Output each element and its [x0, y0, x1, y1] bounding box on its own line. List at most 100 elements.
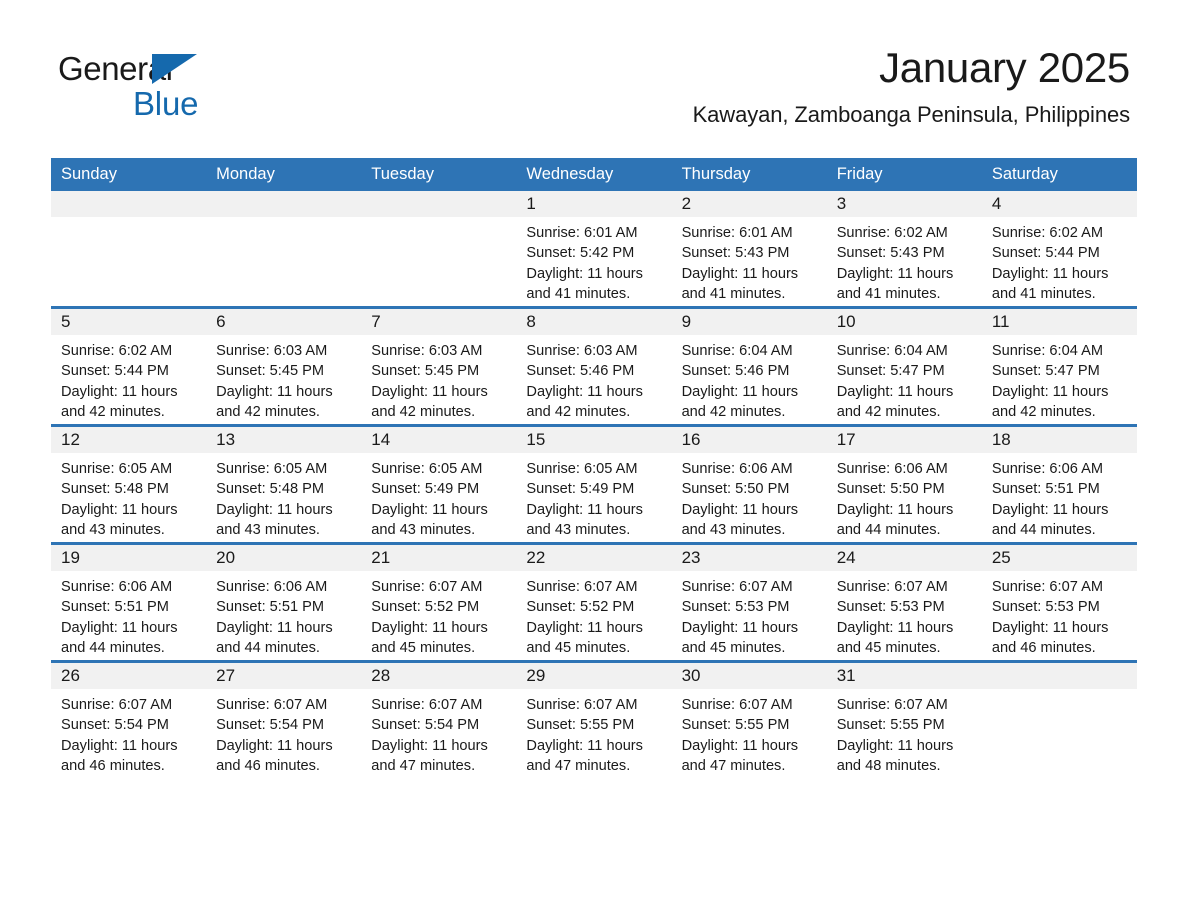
daylight-text-line2: and 44 minutes. — [991, 521, 1096, 538]
daylight-text-line1: Daylight: 11 hours — [371, 619, 488, 636]
sunset-text: Sunset: 5:51 PM — [216, 599, 325, 616]
daylight-text-line2: and 43 minutes. — [61, 521, 165, 538]
day-cell[interactable]: 1 Sunrise: 6:01 AM Sunset: 5:42 PM Dayli… — [516, 191, 672, 308]
day-number: 22 — [516, 545, 672, 571]
sunset-text: Sunset: 5:45 PM — [371, 363, 480, 380]
day-cell[interactable]: 11 Sunrise: 6:04 AM Sunset: 5:47 PM Dayl… — [981, 306, 1137, 426]
day-details: Sunrise: 6:02 AM Sunset: 5:44 PM Dayligh… — [982, 217, 1137, 304]
day-details: Sunrise: 6:04 AM Sunset: 5:47 PM Dayligh… — [982, 335, 1137, 422]
day-number: 29 — [516, 663, 672, 689]
daylight-text-line1: Daylight: 11 hours — [681, 619, 799, 636]
daylight-text-line1: Daylight: 11 hours — [681, 383, 799, 400]
day-number: 6 — [206, 309, 362, 335]
sunset-text: Sunset: 5:55 PM — [526, 717, 635, 734]
day-details: Sunrise: 6:06 AM Sunset: 5:51 PM Dayligh… — [982, 453, 1137, 540]
day-cell[interactable]: 23 Sunrise: 6:07 AM Sunset: 5:53 PM Dayl… — [671, 542, 827, 662]
day-cell[interactable]: 5 Sunrise: 6:02 AM Sunset: 5:44 PM Dayli… — [51, 306, 207, 426]
page-header: General Blue January 2025 Kawayan, Zambo… — [0, 0, 1188, 127]
day-cell[interactable]: 31 Sunrise: 6:07 AM Sunset: 5:55 PM Dayl… — [826, 660, 982, 778]
sunset-text: Sunset: 5:42 PM — [526, 245, 635, 262]
day-number: 15 — [516, 427, 672, 453]
daylight-text-line1: Daylight: 11 hours — [61, 501, 178, 518]
day-number: 17 — [826, 427, 982, 453]
daylight-text-line2: and 41 minutes. — [991, 285, 1096, 302]
sunrise-text: Sunrise: 6:07 AM — [681, 579, 793, 595]
sunset-text: Sunset: 5:48 PM — [61, 481, 169, 498]
day-cell[interactable]: 15 Sunrise: 6:05 AM Sunset: 5:49 PM Dayl… — [516, 424, 672, 544]
day-details: Sunrise: 6:07 AM Sunset: 5:53 PM Dayligh… — [672, 571, 827, 658]
daylight-text-line1: Daylight: 11 hours — [371, 383, 488, 400]
logo-triangle-icon — [152, 54, 197, 84]
day-cell[interactable]: 26 Sunrise: 6:07 AM Sunset: 5:54 PM Dayl… — [51, 660, 207, 778]
day-number: 14 — [361, 427, 517, 453]
daylight-text-line2: and 45 minutes. — [526, 639, 631, 656]
daylight-text-line1: Daylight: 11 hours — [991, 383, 1109, 400]
day-number: 30 — [671, 663, 827, 689]
day-cell[interactable]: 24 Sunrise: 6:07 AM Sunset: 5:53 PM Dayl… — [826, 542, 982, 662]
sunset-text: Sunset: 5:50 PM — [681, 481, 790, 498]
daylight-text-line1: Daylight: 11 hours — [836, 265, 954, 282]
sunset-text: Sunset: 5:45 PM — [216, 363, 325, 380]
sunset-text: Sunset: 5:47 PM — [991, 363, 1100, 380]
day-cell[interactable]: 20 Sunrise: 6:06 AM Sunset: 5:51 PM Dayl… — [206, 542, 362, 662]
day-details: Sunrise: 6:05 AM Sunset: 5:48 PM Dayligh… — [206, 453, 361, 540]
day-cell[interactable]: 16 Sunrise: 6:06 AM Sunset: 5:50 PM Dayl… — [671, 424, 827, 544]
day-cell[interactable]: 29 Sunrise: 6:07 AM Sunset: 5:55 PM Dayl… — [516, 660, 672, 778]
day-number: 12 — [51, 427, 207, 453]
daylight-text-line1: Daylight: 11 hours — [371, 737, 488, 754]
sunrise-text: Sunrise: 6:02 AM — [991, 225, 1103, 241]
daylight-text-line2: and 42 minutes. — [991, 403, 1096, 420]
week-row: 5 Sunrise: 6:02 AM Sunset: 5:44 PM Dayli… — [51, 306, 1137, 426]
daylight-text-line2: and 44 minutes. — [61, 639, 165, 656]
day-number: 16 — [671, 427, 827, 453]
day-cell[interactable]: 25 Sunrise: 6:07 AM Sunset: 5:53 PM Dayl… — [981, 542, 1137, 662]
day-details: Sunrise: 6:07 AM Sunset: 5:55 PM Dayligh… — [672, 689, 827, 776]
daylight-text-line1: Daylight: 11 hours — [526, 737, 643, 754]
sunset-text: Sunset: 5:54 PM — [371, 717, 480, 734]
day-cell[interactable]: 10 Sunrise: 6:04 AM Sunset: 5:47 PM Dayl… — [826, 306, 982, 426]
day-details: Sunrise: 6:04 AM Sunset: 5:47 PM Dayligh… — [827, 335, 982, 422]
sunrise-text: Sunrise: 6:07 AM — [836, 579, 948, 595]
daylight-text-line1: Daylight: 11 hours — [526, 383, 643, 400]
day-cell[interactable]: 30 Sunrise: 6:07 AM Sunset: 5:55 PM Dayl… — [671, 660, 827, 778]
day-cell[interactable]: 12 Sunrise: 6:05 AM Sunset: 5:48 PM Dayl… — [51, 424, 207, 544]
sunset-text: Sunset: 5:43 PM — [681, 245, 790, 262]
day-cell[interactable]: 4 Sunrise: 6:02 AM Sunset: 5:44 PM Dayli… — [981, 191, 1137, 308]
day-cell[interactable]: 8 Sunrise: 6:03 AM Sunset: 5:46 PM Dayli… — [516, 306, 672, 426]
calendar-header-row-group: Sunday Monday Tuesday Wednesday Thursday… — [51, 158, 1137, 191]
day-cell[interactable]: 28 Sunrise: 6:07 AM Sunset: 5:54 PM Dayl… — [361, 660, 517, 778]
sunset-text: Sunset: 5:54 PM — [61, 717, 169, 734]
day-cell[interactable]: 14 Sunrise: 6:05 AM Sunset: 5:49 PM Dayl… — [361, 424, 517, 544]
day-cell[interactable]: 22 Sunrise: 6:07 AM Sunset: 5:52 PM Dayl… — [516, 542, 672, 662]
daylight-text-line2: and 44 minutes. — [216, 639, 320, 656]
general-blue-logo[interactable]: General Blue — [58, 52, 278, 122]
daylight-text-line1: Daylight: 11 hours — [836, 737, 954, 754]
sunset-text: Sunset: 5:44 PM — [61, 363, 169, 380]
day-number: 8 — [516, 309, 672, 335]
day-cell[interactable]: 27 Sunrise: 6:07 AM Sunset: 5:54 PM Dayl… — [206, 660, 362, 778]
sunrise-text: Sunrise: 6:06 AM — [991, 461, 1103, 477]
daylight-text-line2: and 48 minutes. — [836, 757, 941, 774]
day-cell[interactable]: 6 Sunrise: 6:03 AM Sunset: 5:45 PM Dayli… — [206, 306, 362, 426]
day-cell[interactable]: 3 Sunrise: 6:02 AM Sunset: 5:43 PM Dayli… — [826, 191, 982, 308]
day-cell[interactable]: 7 Sunrise: 6:03 AM Sunset: 5:45 PM Dayli… — [361, 306, 517, 426]
day-cell[interactable]: 2 Sunrise: 6:01 AM Sunset: 5:43 PM Dayli… — [671, 191, 827, 308]
daylight-text-line1: Daylight: 11 hours — [61, 619, 178, 636]
day-cell — [206, 191, 362, 308]
day-details: Sunrise: 6:01 AM Sunset: 5:42 PM Dayligh… — [516, 217, 671, 304]
weekday-header-tuesday: Tuesday — [361, 158, 517, 191]
day-cell[interactable]: 19 Sunrise: 6:06 AM Sunset: 5:51 PM Dayl… — [51, 542, 207, 662]
day-cell[interactable]: 17 Sunrise: 6:06 AM Sunset: 5:50 PM Dayl… — [826, 424, 982, 544]
day-cell[interactable]: 9 Sunrise: 6:04 AM Sunset: 5:46 PM Dayli… — [671, 306, 827, 426]
sunset-text: Sunset: 5:46 PM — [526, 363, 635, 380]
day-number: 23 — [671, 545, 827, 571]
sunrise-text: Sunrise: 6:07 AM — [526, 579, 638, 595]
daylight-text-line1: Daylight: 11 hours — [526, 265, 643, 282]
daylight-text-line2: and 46 minutes. — [216, 757, 320, 774]
day-number: 19 — [51, 545, 207, 571]
day-cell[interactable]: 21 Sunrise: 6:07 AM Sunset: 5:52 PM Dayl… — [361, 542, 517, 662]
daylight-text-line1: Daylight: 11 hours — [681, 501, 799, 518]
day-cell[interactable]: 13 Sunrise: 6:05 AM Sunset: 5:48 PM Dayl… — [206, 424, 362, 544]
day-cell[interactable]: 18 Sunrise: 6:06 AM Sunset: 5:51 PM Dayl… — [981, 424, 1137, 544]
daylight-text-line1: Daylight: 11 hours — [61, 383, 178, 400]
